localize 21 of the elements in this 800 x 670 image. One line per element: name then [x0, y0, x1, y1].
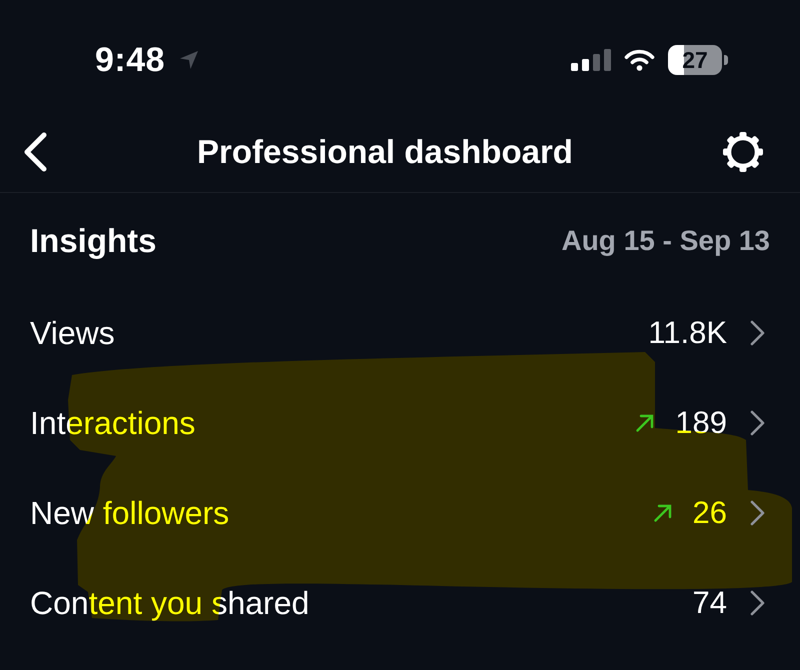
back-icon[interactable]: [22, 132, 48, 172]
metric-label: Content you shared: [30, 584, 310, 622]
chevron-right-icon[interactable]: [750, 410, 765, 436]
metric-label: Interactions: [30, 404, 196, 442]
section-title: Insights: [30, 222, 157, 260]
metric-label: New followers: [30, 494, 230, 532]
metric-value: 74: [692, 585, 727, 621]
location-arrow-icon: [179, 50, 200, 70]
status-time: 9:48: [95, 40, 166, 80]
wifi-icon: [624, 49, 655, 71]
chevron-right-icon[interactable]: [750, 320, 765, 346]
metric-value: 189: [675, 405, 727, 441]
metric-value: 26: [692, 495, 727, 531]
metric-value: 11.8K: [648, 315, 727, 351]
signal-bars-icon: [571, 49, 611, 71]
metric-label: Views: [30, 314, 115, 352]
chevron-right-icon[interactable]: [750, 500, 765, 526]
settings-icon[interactable]: [722, 131, 764, 173]
chevron-right-icon[interactable]: [750, 590, 765, 616]
page-title: Professional dashboard: [196, 133, 574, 171]
date-range: Aug 15 - Sep 13: [561, 224, 770, 256]
